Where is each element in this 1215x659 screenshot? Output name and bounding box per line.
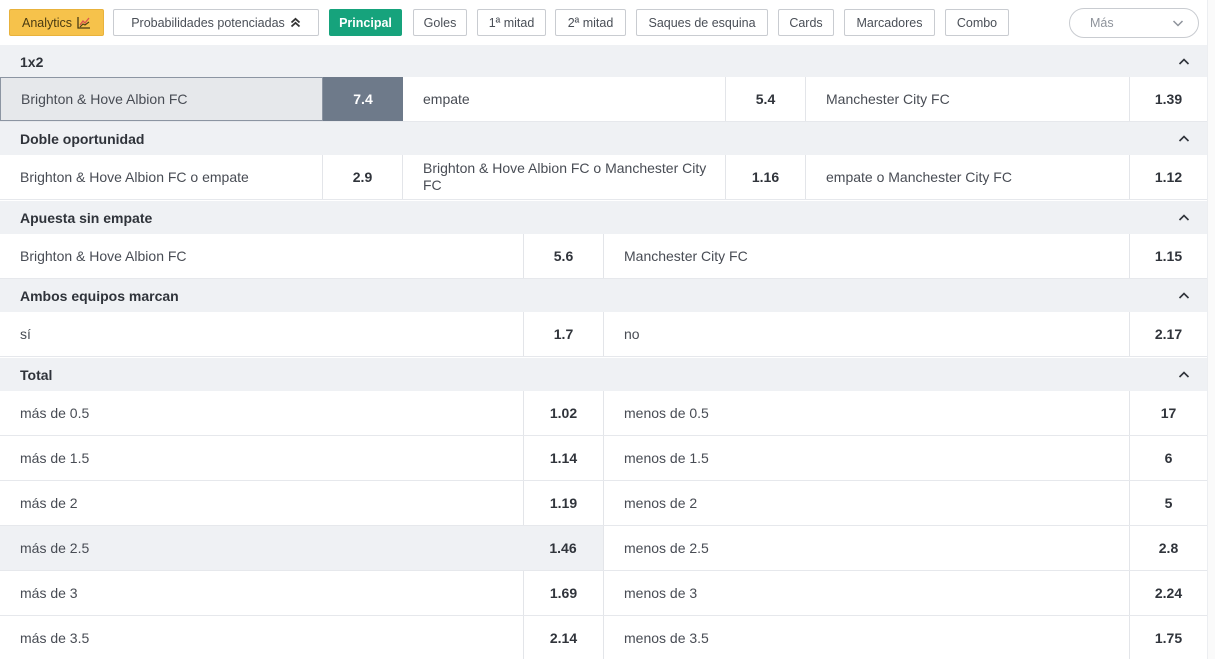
outcome-away-name[interactable]: Manchester City FC <box>604 234 1129 278</box>
outcome-under-odd[interactable]: 1.75 <box>1130 616 1207 659</box>
outcome-under-name[interactable]: menos de 0.5 <box>604 391 1129 435</box>
market-tabs-bar: Analytics Probabilidades potenciadas Pri… <box>0 0 1215 45</box>
outcome-no-name[interactable]: no <box>604 312 1129 356</box>
market-header-total[interactable]: Total <box>0 358 1207 391</box>
total-row: más de 2 1.19 menos de 2 5 <box>0 481 1207 526</box>
more-markets-dropdown[interactable]: Más <box>1069 8 1199 38</box>
market-row-ambos-equipos-marcan: sí 1.7 no 2.17 <box>0 312 1207 357</box>
outcome-over-odd[interactable]: 2.14 <box>524 616 603 659</box>
tab-saques-de-esquina[interactable]: Saques de esquina <box>636 9 768 36</box>
outcome-over-name[interactable]: más de 0.5 <box>0 391 523 435</box>
market-header-ambos-equipos-marcan[interactable]: Ambos equipos marcan <box>0 279 1207 312</box>
outcome-away-name[interactable]: Manchester City FC <box>806 77 1129 121</box>
total-row: más de 0.5 1.02 menos de 0.5 17 <box>0 391 1207 436</box>
outcome-under-odd[interactable]: 17 <box>1130 391 1207 435</box>
outcome-1x-odd[interactable]: 2.9 <box>323 155 402 199</box>
tab-primera-mitad[interactable]: 1ª mitad <box>477 9 546 36</box>
market-title: Apuesta sin empate <box>20 209 153 226</box>
market-title: Ambos equipos marcan <box>20 287 179 304</box>
outcome-over-name[interactable]: más de 1.5 <box>0 436 523 480</box>
outcome-under-name[interactable]: menos de 1.5 <box>604 436 1129 480</box>
outcome-1x-name[interactable]: Brighton & Hove Albion FC o empate <box>0 155 322 199</box>
outcome-over-odd[interactable]: 1.69 <box>524 571 603 615</box>
outcome-yes-odd[interactable]: 1.7 <box>524 312 603 356</box>
tab-probabilidades-label: Probabilidades potenciadas <box>131 15 285 30</box>
outcome-over-odd[interactable]: 1.46 <box>523 526 603 570</box>
outcome-under-odd[interactable]: 5 <box>1130 481 1207 525</box>
market-row-doble-oportunidad: Brighton & Hove Albion FC o empate 2.9 B… <box>0 155 1207 200</box>
outcome-over-name[interactable]: más de 3 <box>0 571 523 615</box>
tab-marcadores[interactable]: Marcadores <box>844 9 935 36</box>
tab-principal[interactable]: Principal <box>329 9 402 36</box>
chevron-up-icon[interactable] <box>1178 211 1190 227</box>
market-row-1x2: Brighton & Hove Albion FC 7.4 empate 5.4… <box>0 77 1207 122</box>
outcome-over-odd[interactable]: 1.02 <box>524 391 603 435</box>
tab-combo[interactable]: Combo <box>945 9 1009 36</box>
tab-segunda-mitad[interactable]: 2ª mitad <box>555 9 626 36</box>
outcome-12-odd[interactable]: 1.16 <box>726 155 805 199</box>
market-row-apuesta-sin-empate: Brighton & Hove Albion FC 5.6 Manchester… <box>0 234 1207 279</box>
market-title: Doble oportunidad <box>20 130 145 147</box>
outcome-x2-odd[interactable]: 1.12 <box>1130 155 1207 199</box>
outcome-over-name[interactable]: más de 2.5 <box>0 526 523 570</box>
chevron-up-icon[interactable] <box>1178 55 1190 71</box>
outcome-home-name[interactable]: Brighton & Hove Albion FC <box>0 77 323 121</box>
outcome-no-odd[interactable]: 2.17 <box>1130 312 1207 356</box>
tab-cards[interactable]: Cards <box>778 9 834 36</box>
double-chevron-up-icon <box>290 17 301 28</box>
outcome-home-name[interactable]: Brighton & Hove Albion FC <box>0 234 523 278</box>
more-markets-label: Más <box>1090 16 1114 30</box>
outcome-over-odd[interactable]: 1.19 <box>524 481 603 525</box>
market-title: 1x2 <box>20 53 44 70</box>
outcome-under-name[interactable]: menos de 3.5 <box>604 616 1129 659</box>
outcome-under-odd[interactable]: 6 <box>1130 436 1207 480</box>
tab-probabilidades-potenciadas[interactable]: Probabilidades potenciadas <box>113 9 319 36</box>
outcome-over-odd[interactable]: 1.14 <box>524 436 603 480</box>
scrollbar[interactable] <box>1207 0 1215 659</box>
market-header-doble-oportunidad[interactable]: Doble oportunidad <box>0 122 1207 155</box>
market-header-1x2[interactable]: 1x2 <box>0 45 1207 78</box>
tab-analytics[interactable]: Analytics <box>9 9 104 36</box>
outcome-under-odd[interactable]: 2.8 <box>1130 526 1207 570</box>
outcome-over-name[interactable]: más de 2 <box>0 481 523 525</box>
outcome-away-odd[interactable]: 1.15 <box>1130 234 1207 278</box>
outcome-home-odd[interactable]: 5.6 <box>524 234 603 278</box>
total-row: más de 3 1.69 menos de 3 2.24 <box>0 571 1207 616</box>
chevron-up-icon[interactable] <box>1178 132 1190 148</box>
market-title: Total <box>20 366 53 383</box>
total-row: más de 3.5 2.14 menos de 3.5 1.75 <box>0 616 1207 659</box>
market-header-apuesta-sin-empate[interactable]: Apuesta sin empate <box>0 201 1207 234</box>
outcome-yes-name[interactable]: sí <box>0 312 523 356</box>
outcome-draw-odd[interactable]: 5.4 <box>726 77 805 121</box>
outcome-under-name[interactable]: menos de 3 <box>604 571 1129 615</box>
outcome-x2-name[interactable]: empate o Manchester City FC <box>806 155 1129 199</box>
outcome-under-name[interactable]: menos de 2 <box>604 481 1129 525</box>
chevron-down-icon <box>1172 17 1184 32</box>
outcome-away-odd[interactable]: 1.39 <box>1130 77 1207 121</box>
total-row: más de 1.5 1.14 menos de 1.5 6 <box>0 436 1207 481</box>
chevron-up-icon[interactable] <box>1178 289 1190 305</box>
outcome-under-odd[interactable]: 2.24 <box>1130 571 1207 615</box>
outcome-under-name[interactable]: menos de 2.5 <box>604 526 1129 570</box>
chevron-up-icon[interactable] <box>1178 368 1190 384</box>
outcome-home-odd[interactable]: 7.4 <box>323 77 403 121</box>
outcome-12-name[interactable]: Brighton & Hove Albion FC o Manchester C… <box>403 155 725 199</box>
outcome-over-name[interactable]: más de 3.5 <box>0 616 523 659</box>
tab-analytics-label: Analytics <box>21 15 73 30</box>
total-row: más de 2.5 1.46 menos de 2.5 2.8 <box>0 526 1207 571</box>
outcome-draw-name[interactable]: empate <box>403 77 725 121</box>
tab-goles[interactable]: Goles <box>413 9 467 36</box>
chart-icon <box>77 16 91 29</box>
